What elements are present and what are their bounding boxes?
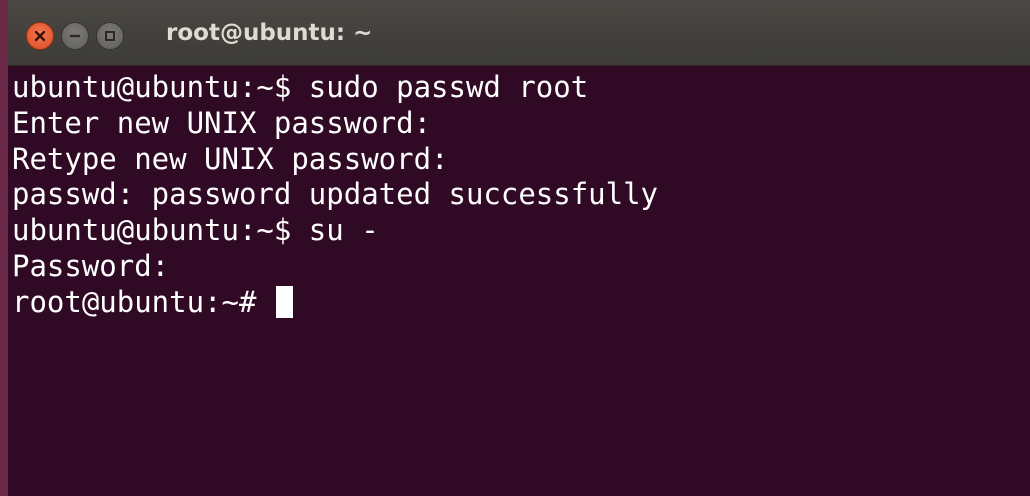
close-button[interactable]	[26, 22, 54, 50]
terminal-line: ubuntu@ubuntu:~$ sudo passwd root	[12, 70, 589, 104]
terminal-window: root@ubuntu: ~ ubuntu@ubuntu:~$ sudo pas…	[0, 0, 1030, 496]
terminal-prompt-line[interactable]: root@ubuntu:~#	[12, 285, 1022, 321]
terminal-output[interactable]: ubuntu@ubuntu:~$ sudo passwd root Enter …	[12, 70, 1022, 490]
title-bar[interactable]: root@ubuntu: ~	[8, 0, 1030, 66]
terminal-line: Password:	[12, 248, 170, 283]
terminal-line: ubuntu@ubuntu:~$ su -	[12, 213, 379, 248]
maximize-icon	[105, 31, 115, 41]
minimize-icon	[69, 34, 81, 38]
terminal-line: Enter new UNIX password:	[12, 105, 432, 140]
terminal-line: passwd: password updated successfully	[12, 177, 659, 212]
terminal-prompt: root@ubuntu:~#	[12, 284, 274, 319]
text-cursor	[275, 285, 293, 318]
window-title: root@ubuntu: ~	[166, 20, 373, 46]
maximize-button[interactable]	[96, 22, 124, 50]
terminal-line: Retype new UNIX password:	[12, 141, 449, 176]
close-icon	[34, 30, 46, 42]
minimize-button[interactable]	[61, 22, 89, 50]
